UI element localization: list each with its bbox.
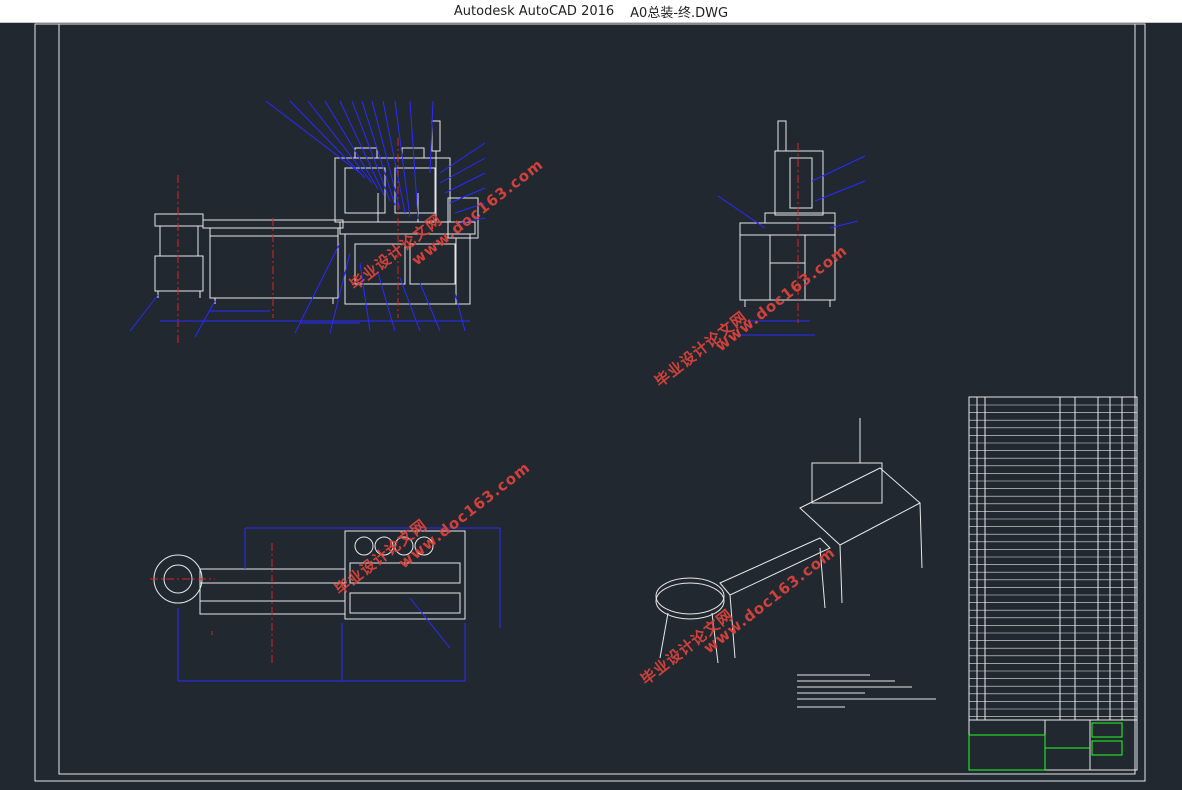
drawing-frame (34, 23, 1146, 782)
parts-list-table (968, 396, 1138, 771)
file-name: A0总装-终.DWG (630, 5, 729, 21)
app-title: Autodesk AutoCAD 2016 (453, 3, 615, 19)
top-view-dims (177, 527, 501, 682)
front-view-centerlines (177, 138, 399, 343)
window-title-bar: Autodesk AutoCAD 2016 A0总装-终.DWG (0, 0, 1182, 23)
top-view-centerlines (150, 543, 273, 663)
side-view (739, 120, 836, 307)
technical-notes (797, 674, 936, 708)
parts-list-rows (969, 404, 1137, 717)
drawing-svg (34, 23, 1146, 782)
drawing-canvas[interactable]: 毕业设计论文网 www.doc163.com 毕业设计论文网 www.doc16… (0, 23, 1182, 790)
